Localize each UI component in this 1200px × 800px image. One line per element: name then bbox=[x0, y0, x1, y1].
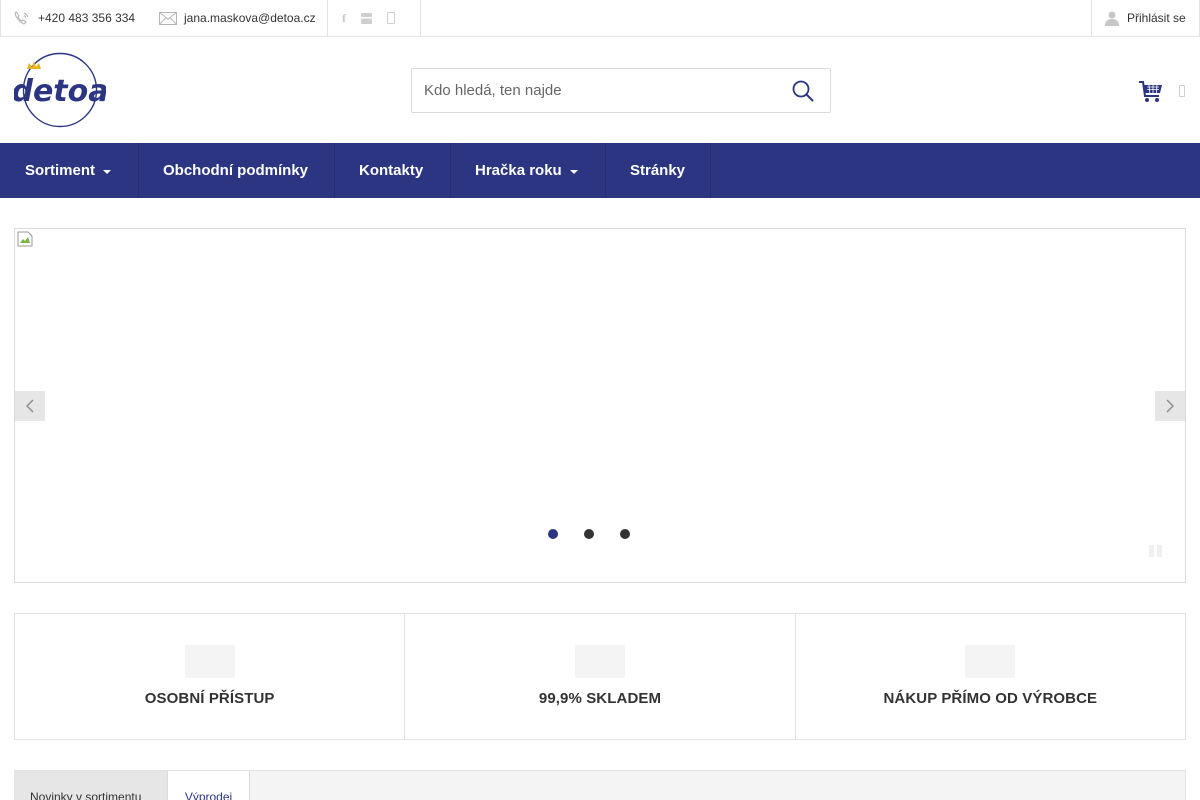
search-box bbox=[411, 68, 831, 113]
nav-label: Hračka roku bbox=[475, 162, 562, 179]
slider-dot-1[interactable] bbox=[548, 529, 558, 539]
nav-label: Kontakty bbox=[359, 162, 424, 179]
youtube-icon[interactable] bbox=[360, 12, 373, 25]
nav-item-stranky[interactable]: Stránky bbox=[606, 143, 711, 198]
cart-icon[interactable] bbox=[1138, 80, 1164, 104]
caret-down-icon bbox=[569, 169, 578, 174]
top-bar: +420 483 356 334 jana.maskova@detoa.cz f… bbox=[0, 0, 1200, 37]
benefit-image bbox=[184, 645, 235, 678]
hero-slider bbox=[14, 228, 1186, 583]
slider-next-button[interactable] bbox=[1155, 391, 1185, 421]
contact-info: +420 483 356 334 jana.maskova@detoa.cz bbox=[0, 0, 328, 36]
user-icon bbox=[1105, 11, 1119, 26]
logo-text: detoa bbox=[14, 74, 106, 109]
nav-item-hracka-roku[interactable]: Hračka roku bbox=[451, 143, 606, 198]
nav-item-obchodni-podminky[interactable]: Obchodní podmínky bbox=[139, 143, 335, 198]
nav-item-sortiment[interactable]: Sortiment bbox=[0, 143, 139, 198]
phone-icon bbox=[14, 11, 29, 25]
caret-down-icon bbox=[103, 169, 112, 174]
benefit-in-stock: 99,9% SKLADEM bbox=[405, 614, 796, 739]
broken-image-icon bbox=[17, 231, 33, 247]
search-icon[interactable] bbox=[792, 80, 814, 102]
chevron-right-icon bbox=[1166, 399, 1174, 413]
benefit-personal-approach: OSOBNÍ PŘÍSTUP bbox=[15, 614, 406, 739]
search-input[interactable] bbox=[412, 69, 772, 112]
phone-number: +420 483 356 334 bbox=[38, 11, 136, 25]
email-address: jana.maskova@detoa.cz bbox=[184, 11, 316, 25]
login-label: Přihlásit se bbox=[1127, 11, 1186, 25]
nav-label: Stránky bbox=[630, 162, 686, 179]
tab-vyprodej[interactable]: Výprodej bbox=[168, 771, 250, 800]
chevron-left-icon bbox=[26, 399, 34, 413]
benefit-image bbox=[965, 645, 1016, 678]
instagram-icon[interactable] bbox=[387, 12, 395, 24]
slider-dot-3[interactable] bbox=[620, 529, 630, 539]
benefit-label: NÁKUP PŘÍMO OD VÝROBCE bbox=[883, 690, 1098, 707]
benefits-strip: OSOBNÍ PŘÍSTUP 99,9% SKLADEM NÁKUP PŘÍMO… bbox=[14, 613, 1186, 740]
cart-count-badge[interactable] bbox=[1179, 85, 1185, 97]
facebook-icon[interactable]: f bbox=[342, 11, 346, 26]
nav-label: Sortiment bbox=[25, 162, 96, 179]
nav-label: Obchodní podmínky bbox=[163, 162, 308, 179]
slider-dot-2[interactable] bbox=[584, 529, 594, 539]
benefit-label: 99,9% SKLADEM bbox=[538, 690, 662, 707]
phone-contact[interactable]: +420 483 356 334 bbox=[13, 0, 135, 36]
pause-icon[interactable] bbox=[1149, 545, 1163, 559]
main-navigation: Sortiment Obchodní podmínky Kontakty Hra… bbox=[0, 143, 1200, 198]
login-link[interactable]: Přihlásit se bbox=[1091, 0, 1200, 36]
slider-dots bbox=[548, 529, 630, 539]
email-contact[interactable]: jana.maskova@detoa.cz bbox=[159, 0, 316, 36]
product-tabs: Novinky v sortimentu Výprodej bbox=[14, 770, 1186, 800]
slider-prev-button[interactable] bbox=[15, 391, 45, 421]
nav-item-kontakty[interactable]: Kontakty bbox=[335, 143, 451, 198]
benefit-direct-purchase: NÁKUP PŘÍMO OD VÝROBCE bbox=[796, 614, 1185, 739]
tab-novinky[interactable]: Novinky v sortimentu bbox=[15, 771, 168, 800]
benefit-image bbox=[574, 645, 625, 678]
benefit-label: OSOBNÍ PŘÍSTUP bbox=[144, 690, 275, 707]
mail-icon bbox=[159, 11, 177, 25]
logo[interactable]: detoa bbox=[11, 52, 109, 130]
social-links: f bbox=[328, 0, 421, 36]
